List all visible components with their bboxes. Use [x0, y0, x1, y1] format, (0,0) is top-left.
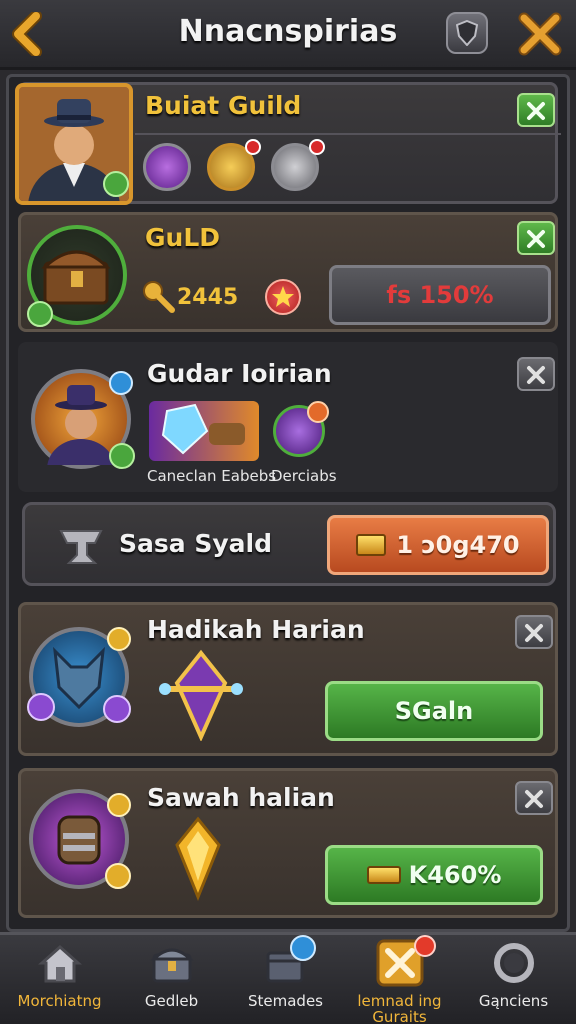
- nav-label: Stemades: [248, 992, 323, 1010]
- panel-guardian: Gudar Ioirian Caneclan Eabebs Derciabs: [18, 342, 558, 499]
- gold-bar-icon: [366, 866, 401, 884]
- close-icon: [527, 102, 545, 120]
- plus-badge-icon: [309, 139, 325, 155]
- close-button[interactable]: [515, 615, 553, 649]
- leader-portrait[interactable]: [15, 83, 133, 205]
- alert-badge-icon: [245, 139, 261, 155]
- claim-button[interactable]: SGaln: [325, 681, 543, 741]
- shield-icon: [456, 20, 478, 46]
- panel-title: Hadikah Harian: [147, 615, 365, 644]
- feather-badge-icon: [27, 693, 55, 721]
- magic-crystal-icon: [159, 649, 243, 741]
- panel-title: Buiat Guild: [145, 91, 302, 120]
- gold-amount: 2445: [177, 285, 239, 310]
- item-caption: Derciabs: [271, 467, 337, 485]
- item-caption: Caneclan Eabebs: [147, 467, 277, 485]
- panel-title: Sasa Syald: [119, 529, 272, 558]
- gold-key-icon: [143, 281, 175, 313]
- upgrade-price-button[interactable]: fs 150%: [329, 265, 551, 325]
- leaf-badge-icon: [109, 443, 135, 469]
- golden-shard-icon: [175, 816, 221, 902]
- tools-button[interactable]: [516, 10, 564, 58]
- close-button[interactable]: [517, 221, 555, 255]
- plus-badge-icon: [107, 627, 131, 651]
- crystal-cannon-image[interactable]: [149, 401, 259, 461]
- house-icon: [38, 944, 82, 983]
- hammer-badge-icon: [105, 863, 131, 889]
- chest-icon: [150, 948, 194, 983]
- close-button[interactable]: [517, 93, 555, 127]
- alert-badge-icon: [414, 935, 436, 957]
- close-button[interactable]: [515, 781, 553, 815]
- plus-badge-icon: [109, 371, 133, 395]
- gold-bar-icon: [356, 534, 387, 556]
- purple-gem-icon[interactable]: [143, 143, 191, 191]
- leaf-badge-icon: [103, 171, 129, 197]
- gold-price-button[interactable]: 1 ɔ0g470: [327, 515, 549, 575]
- nav-label: Morchiatng: [17, 992, 102, 1010]
- nav-label: Gedleb: [144, 992, 199, 1010]
- button-label: 1 ɔ0g470: [396, 531, 520, 559]
- beast-portrait[interactable]: [27, 627, 131, 727]
- nav-item-guild[interactable]: lemnad ing Guraits: [342, 935, 457, 1024]
- star-badge-icon[interactable]: [265, 279, 301, 315]
- panel-sasa: Sasa Syald 1 ɔ0g470: [22, 502, 556, 586]
- crossed-tools-icon: [518, 12, 562, 56]
- panel-guild-chest: GuLD 2445 fs 150%: [18, 212, 558, 332]
- nav-item-settings[interactable]: Gąnciens: [456, 935, 571, 1024]
- divider: [135, 133, 561, 135]
- plus-badge-icon: [290, 935, 316, 961]
- star-icon: [272, 286, 294, 307]
- nav-item-stemades[interactable]: Stemades: [228, 935, 343, 1024]
- panel-title: GuLD: [145, 223, 220, 252]
- back-button[interactable]: [10, 10, 50, 58]
- close-button[interactable]: [517, 357, 555, 391]
- shield-button[interactable]: [446, 12, 488, 54]
- nav-item-home[interactable]: Morchiatng: [2, 935, 117, 1024]
- bottom-nav: Morchiatng Gedleb Stemades lemnad ing Gu…: [0, 932, 576, 1024]
- close-icon: [527, 366, 545, 384]
- close-icon: [527, 230, 545, 248]
- guardian-portrait[interactable]: [31, 369, 135, 499]
- page-title: Nnacnspirias: [178, 14, 398, 49]
- close-icon: [525, 790, 543, 808]
- buy-button[interactable]: K460%: [325, 845, 543, 905]
- plus-badge-icon: [107, 793, 131, 817]
- panel-build-guild: Buiat Guild: [15, 82, 561, 205]
- chest-portrait[interactable]: [27, 225, 127, 327]
- chevron-left-icon: [12, 10, 42, 58]
- plus-badge-icon: [307, 401, 329, 423]
- nav-item-gedleb[interactable]: Gedleb: [114, 935, 229, 1024]
- nav-label: lemnad ing Guraits: [357, 992, 442, 1024]
- armor-portrait[interactable]: [29, 789, 131, 889]
- panel-title: Gudar Ioirian: [147, 359, 332, 388]
- top-bar: Nnacnspirias: [0, 0, 576, 70]
- leaf-badge-icon: [27, 301, 53, 327]
- panel-hadikah: Hadikah Harian SGaln: [18, 602, 558, 756]
- nav-label: Gąnciens: [478, 992, 549, 1010]
- panel-sawah: Sawah halian K460%: [18, 768, 558, 918]
- search-ring-icon: [494, 943, 534, 983]
- anvil-icon: [59, 530, 103, 564]
- feather-badge-icon: [103, 695, 131, 723]
- close-icon: [525, 624, 543, 642]
- crystal-icon: [161, 403, 245, 455]
- panel-title: Sawah halian: [147, 783, 335, 812]
- button-label: K460%: [408, 861, 502, 889]
